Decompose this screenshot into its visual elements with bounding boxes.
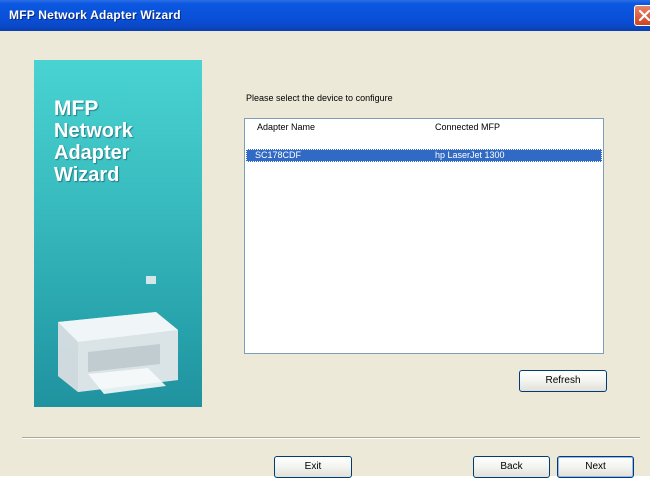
close-icon [638, 9, 650, 22]
adapter-name-cell: SC178CDF [255, 150, 302, 160]
printer-icon [58, 276, 178, 394]
wizard-window: MFP Network Adapter Wizard MFP Network A… [0, 0, 650, 478]
instruction-text: Please select the device to configure [246, 93, 393, 103]
close-button[interactable] [634, 5, 650, 26]
next-button[interactable]: Next [557, 456, 634, 478]
list-item[interactable]: SC178CDF hp LaserJet 1300 [246, 149, 602, 162]
refresh-button[interactable]: Refresh [519, 370, 607, 392]
connected-mfp-cell: hp LaserJet 1300 [435, 150, 505, 160]
banner-title-line-1: MFP [54, 97, 99, 120]
list-header: Adapter Name Connected MFP [245, 119, 603, 135]
banner-title: MFP Network Adapter Wizard [54, 97, 133, 187]
title-bar[interactable]: MFP Network Adapter Wizard [0, 0, 650, 31]
back-button[interactable]: Back [473, 456, 550, 478]
column-header-connected-mfp[interactable]: Connected MFP [435, 122, 500, 132]
divider [22, 437, 640, 439]
device-list[interactable]: Adapter Name Connected MFP SC178CDF hp L… [244, 118, 604, 354]
column-header-adapter-name[interactable]: Adapter Name [257, 122, 315, 132]
banner-title-line-4: Wizard [54, 164, 120, 186]
window-title: MFP Network Adapter Wizard [9, 8, 181, 22]
banner-title-line-3: Adapter [54, 142, 130, 164]
banner-title-line-2: Network [54, 120, 133, 142]
wizard-banner: MFP Network Adapter Wizard [34, 60, 202, 407]
exit-button[interactable]: Exit [274, 456, 352, 478]
